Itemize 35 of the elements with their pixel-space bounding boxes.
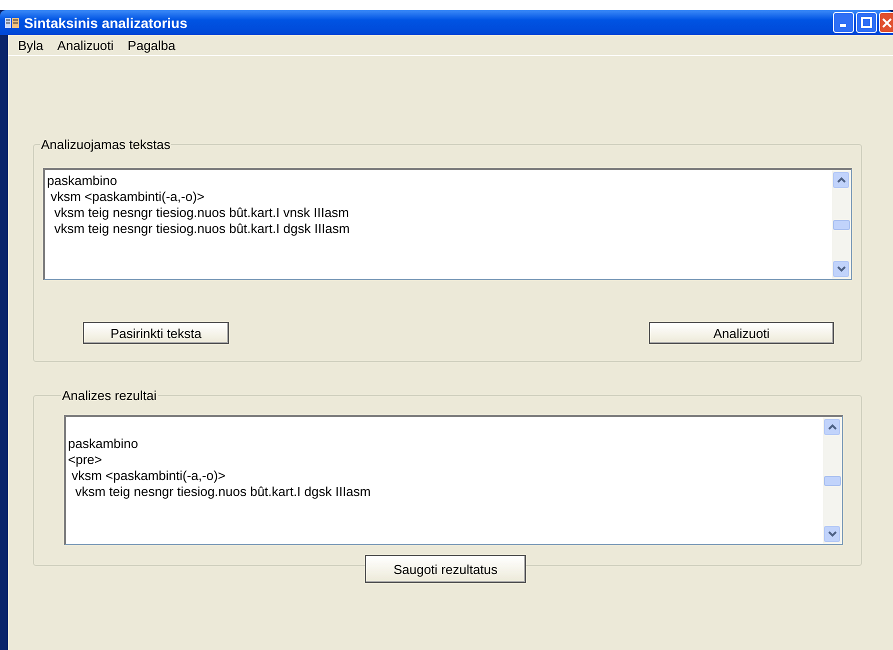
- menu-item[interactable]: Analizuoti: [51, 38, 122, 52]
- scrollbar[interactable]: [832, 170, 851, 279]
- choose-text-button[interactable]: Pasirinkti teksta: [83, 322, 229, 344]
- text-line: vksm teig nesngr tiesiog.nuos bût.kart.I dgsk IIIasm: [53, 221, 351, 237]
- group-title: Analizes rezultai: [61, 388, 158, 403]
- app-icon: [4, 16, 20, 30]
- scroll-up-button[interactable]: [824, 419, 840, 435]
- text-line: vksm <paskambinti(-a,-o)>: [50, 189, 206, 205]
- chevron-down-icon: [836, 266, 846, 272]
- text-line: vksm teig nesngr tiesiog.nuos bût.kart.I vnsk IIIasm: [53, 205, 350, 221]
- scroll-down-button[interactable]: [833, 261, 849, 277]
- chevron-up-icon: [836, 177, 846, 183]
- scroll-down-button[interactable]: [824, 526, 840, 542]
- menu-item[interactable]: Byla: [12, 38, 52, 52]
- text-line: paskambino: [68, 436, 140, 452]
- maximize-button[interactable]: [856, 12, 877, 33]
- save-results-button[interactable]: Saugoti rezultatus: [365, 555, 526, 583]
- chevron-down-icon: [828, 531, 836, 537]
- analyze-button[interactable]: Analizuoti: [649, 322, 834, 344]
- text-line: vksm teig nesngr tiesiog.nuos bût.kart.I dgsk IIIasm: [74, 484, 372, 500]
- text-line: paskambino: [47, 173, 118, 189]
- scroll-thumb[interactable]: [833, 220, 850, 230]
- maximize-icon: [861, 17, 872, 28]
- chevron-up-icon: [828, 424, 836, 430]
- minimize-button[interactable]: [833, 12, 854, 33]
- close-icon: [882, 18, 892, 28]
- text-line: <pre>: [68, 452, 103, 468]
- text-line: vksm <paskambinti(-a,-o)>: [70, 468, 226, 484]
- scroll-up-button[interactable]: [833, 172, 849, 188]
- window-title: Sintaksinis analizatorius: [24, 14, 188, 30]
- scrollbar[interactable]: [823, 417, 842, 544]
- menu-item[interactable]: Pagalba: [122, 38, 184, 52]
- group-title: Analizuojamas tekstas: [40, 137, 172, 152]
- scroll-thumb[interactable]: [824, 476, 841, 486]
- close-button[interactable]: [879, 12, 893, 33]
